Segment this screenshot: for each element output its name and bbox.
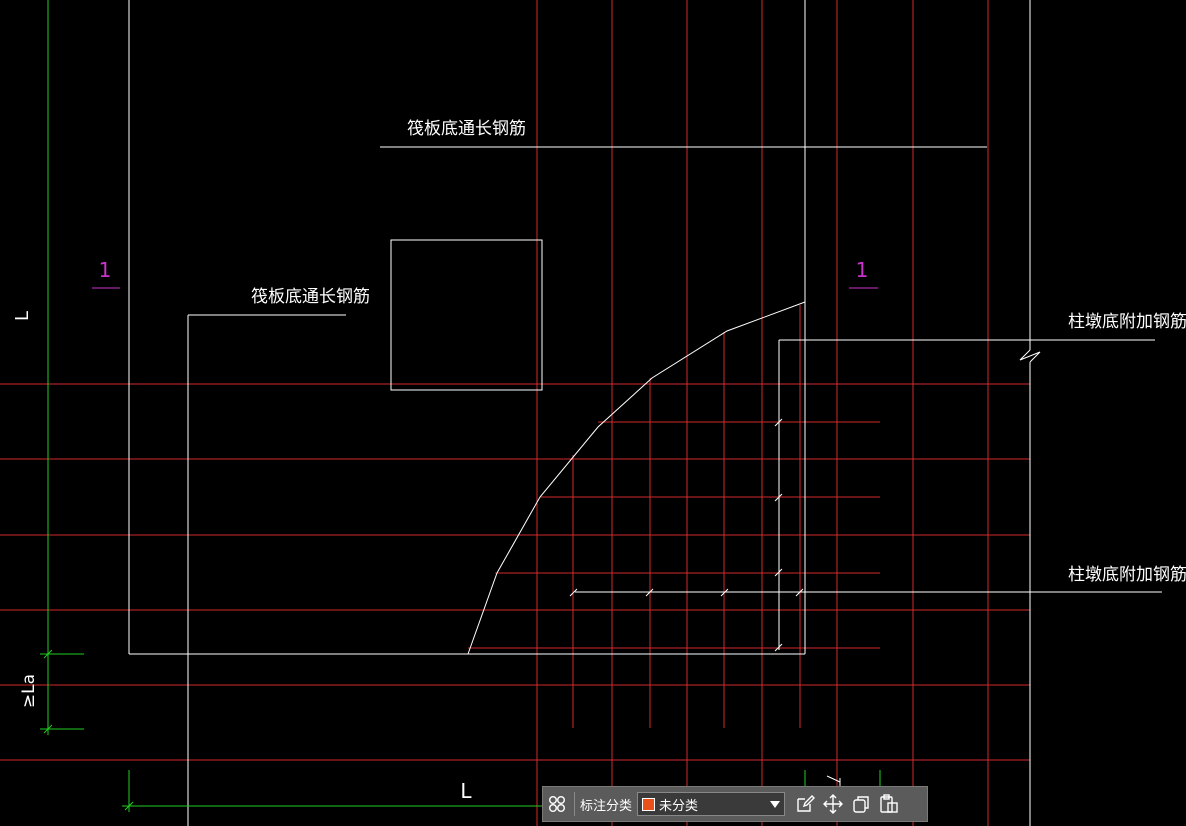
edit-icon[interactable]: [791, 790, 819, 818]
chevron-down-icon: [770, 800, 781, 808]
label-raft-bottom-left: 筏板底通长钢筋: [251, 287, 370, 307]
label-raft-bottom-top: 筏板底通长钢筋: [407, 119, 526, 139]
dim-L-horizontal: L: [460, 779, 472, 803]
annotation-class-label: 标注分类: [580, 797, 633, 813]
rebar-vertical-lines: [536, 0, 989, 826]
annotation-toolbar: 标注分类 未分类: [542, 786, 928, 822]
drawing-area[interactable]: 1 1 筏板底通长钢筋 筏板底通长钢筋 柱墩底附加钢筋 柱墩底附加钢筋 L ≥L…: [0, 0, 1186, 826]
toolbar-separator: [574, 792, 575, 816]
dim-la: ≥La: [19, 674, 39, 708]
cursor-crosshair: [826, 775, 841, 786]
label-column-pier-upper: 柱墩底附加钢筋: [1068, 312, 1186, 332]
category-value: 未分类: [659, 797, 699, 813]
pier-slope-curve: [467, 301, 806, 655]
outline-lines: [128, 0, 1162, 826]
paste-icon[interactable]: [875, 790, 903, 818]
section-mark-left-label: 1: [99, 258, 112, 282]
dim-L-vertical: L: [12, 311, 33, 321]
section-mark-right-label: 1: [856, 258, 869, 282]
label-column-pier-lower: 柱墩底附加钢筋: [1068, 565, 1186, 585]
rebar-horizontal-lines: [0, 383, 1030, 761]
cad-canvas[interactable]: 1 1 筏板底通长钢筋 筏板底通长钢筋 柱墩底附加钢筋 柱墩底附加钢筋 L ≥L…: [0, 0, 1186, 826]
column-section-box: [390, 239, 543, 391]
section-mark-right: 1: [849, 258, 878, 289]
section-mark-left: 1: [92, 258, 120, 289]
category-color-swatch: [642, 797, 656, 811]
copy-icon[interactable]: [847, 790, 875, 818]
category-dropdown[interactable]: 未分类: [637, 792, 786, 816]
move-icon[interactable]: [819, 790, 847, 818]
grid-icon[interactable]: [543, 790, 571, 818]
